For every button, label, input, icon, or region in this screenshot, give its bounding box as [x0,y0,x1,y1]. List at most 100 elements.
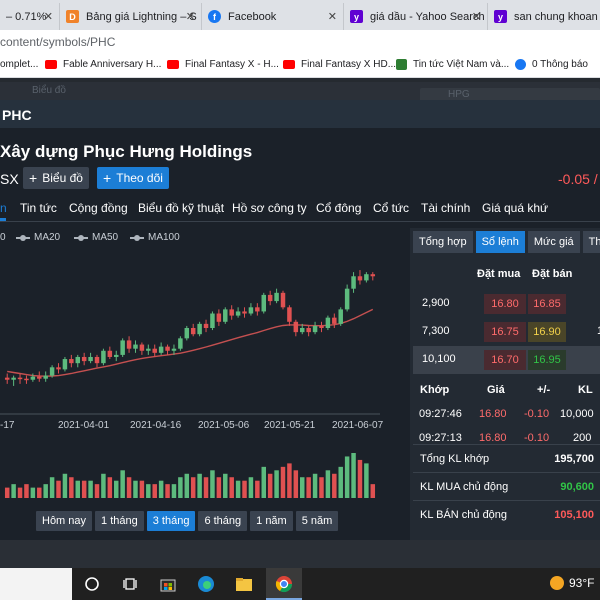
volume-bar [94,484,100,498]
trade-change: -0.10 [524,408,550,420]
bid-price[interactable]: 16.80 [484,294,526,314]
detail-tabs: n Tin tức Cộng đồng Biểu đồ kỹ thuật Hồ … [0,196,600,222]
youtube-icon [167,60,179,69]
range-label: 1 tháng [101,515,138,527]
volume-bar [351,453,356,498]
price-change: -0.05 / [558,171,598,187]
bookmark-item[interactable]: Tin tức Việt Nam và... [396,59,509,70]
bookmark-item[interactable]: omplet... [0,59,38,70]
bookmark-label: omplet... [0,59,39,70]
tab-financials[interactable]: Tài chính [421,201,470,215]
search-icon[interactable] [82,574,102,594]
candle-body [364,274,369,281]
range-1m-button[interactable]: 1 tháng [95,511,144,531]
bid-volume: 10,100 [422,353,456,365]
bookmark-item[interactable]: Fable Anniversary H... [45,59,161,70]
tab-price-levels[interactable]: Mức giá [527,231,580,253]
candle-body [178,338,183,349]
tab-technical-chart[interactable]: Biểu đồ kỹ thuật [138,201,224,215]
tab-community[interactable]: Cộng đồng [69,201,128,215]
candle-body [17,377,23,380]
screen: – 0.71% ✕ D Bảng giá Lightning – S ✕ f F… [0,0,600,600]
volume-bar [152,484,157,498]
candlestick-chart[interactable]: -17 2021-04-01 2021-04-16 2021-05-06 2021-05… [0,228,404,540]
windows-taskbar: 93°F [0,568,600,600]
tab-news[interactable]: Tin tức [20,201,57,215]
ask-price[interactable]: 16.85 [528,294,566,314]
bookmark-item[interactable]: Final Fantasy X - H... [167,59,279,70]
sun-icon [550,576,564,590]
chrome-icon[interactable] [274,574,294,594]
tab-more[interactable]: Th [582,231,600,253]
candle-body [81,356,87,362]
bookmark-item[interactable]: 0 Thông báo [515,59,588,70]
volume-bar [325,470,331,498]
browser-tab-bar: – 0.71% ✕ D Bảng giá Lightning – S ✕ f F… [0,0,600,30]
browser-tab[interactable]: f Facebook ✕ [202,3,344,30]
candle-body [62,359,68,370]
active-tab-indicator [0,218,6,221]
volume-bar [56,480,61,498]
tab-overview[interactable]: n [0,201,7,215]
tab-title: Facebook [228,10,277,23]
candle-body [133,344,138,349]
browser-tab[interactable]: – 0.71% ✕ [0,3,60,30]
store-icon[interactable] [158,574,178,594]
ma20-line [7,308,374,377]
browser-tab[interactable]: y san chung khoan vn [488,3,600,30]
edge-icon[interactable] [196,574,216,594]
volume-bar [62,473,68,498]
candle-body [4,377,10,380]
volume-bar [24,484,29,498]
tab-price-history[interactable]: Giá quá khứ [482,201,548,215]
candle-body [56,367,61,370]
close-icon[interactable]: ✕ [472,10,481,23]
trades-list[interactable]: 09:27:46 16.80 -0.10 10,000 09:27:13 16.… [410,404,600,444]
ask-price[interactable]: 16.90 [528,322,566,342]
weather-widget[interactable]: 93°F [550,576,594,590]
trades-header-change: +/- [537,384,551,396]
browser-tab[interactable]: y giá dầu - Yahoo Search ✕ [344,3,488,30]
close-icon[interactable]: ✕ [44,10,53,23]
tab-dividends[interactable]: Cổ tức [373,201,409,215]
order-book-panel: Tổng hợp Sổ lệnh Mức giá Th Đặt mua Đặt … [410,228,600,540]
range-5y-button[interactable]: 5 năm [295,511,339,531]
tab-order-log[interactable]: Sổ lệnh [475,231,525,253]
volume-bar [370,484,376,498]
ask-price[interactable]: 16.95 [528,350,566,370]
address-bar[interactable]: content/symbols/PHC [0,30,600,54]
order-book-tabs: Tổng hợp Sổ lệnh Mức giá Th [413,231,600,253]
range-3m-button[interactable]: 3 tháng [146,511,196,531]
volume-bar [4,487,10,498]
x-tick-label: 2021-04-01 [58,420,110,431]
volume-bar [75,480,81,498]
trades-header-volume: KL [578,384,593,396]
bookmark-label: Final Fantasy X HD... [301,59,397,70]
bid-price[interactable]: 16.70 [484,350,526,370]
file-explorer-icon[interactable] [234,574,254,594]
close-icon[interactable]: ✕ [186,10,195,23]
bid-price[interactable]: 16.75 [484,322,526,342]
tab-label: Sổ lệnh [481,236,519,248]
url-text[interactable]: content/symbols/PHC [0,35,115,49]
range-today-button[interactable]: Hôm nay [36,511,93,531]
range-1y-button[interactable]: 1 năm [250,511,293,531]
tab-company-profile[interactable]: Hồ sơ công ty [232,201,307,215]
volume-bar [139,480,145,498]
tab-shareholders[interactable]: Cổ đông [316,201,361,215]
task-view-icon[interactable] [120,574,140,594]
bookmark-label: Tin tức Việt Nam và... [413,59,510,70]
bookmark-item[interactable]: Final Fantasy X HD... [283,59,396,70]
taskbar-search-box[interactable] [0,568,72,600]
follow-button[interactable]: + Theo dõi [97,167,169,189]
volume-bar [216,477,222,498]
chart-button[interactable]: + Biểu đồ [23,167,89,189]
close-icon[interactable]: ✕ [328,10,337,23]
tab-summary[interactable]: Tổng hợp [413,231,473,253]
tab-title: Bảng giá Lightning – S [86,10,197,23]
tab-label: Tổng hợp [419,236,467,248]
browser-tab[interactable]: D Bảng giá Lightning – S ✕ [60,3,202,30]
volume-bar [255,480,260,498]
range-6m-button[interactable]: 6 tháng [198,511,248,531]
candle-body [351,276,356,289]
